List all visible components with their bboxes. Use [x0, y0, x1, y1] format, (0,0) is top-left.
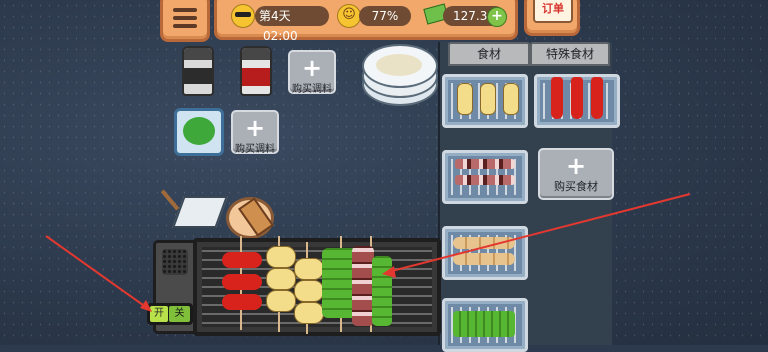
- tray-pepper[interactable]: [534, 74, 620, 128]
- add-money-button[interactable]: +: [487, 7, 507, 27]
- bun-skewers-icon: [453, 237, 515, 265]
- smiley-icon: ☺: [337, 4, 361, 28]
- day-time-pill: 第4天 02:00: [255, 6, 329, 43]
- grill-power-switch[interactable]: 开 关: [147, 303, 193, 325]
- menu-button[interactable]: [160, 0, 210, 42]
- sunglasses-icon: [231, 4, 255, 28]
- tab-ingredients-label: 食材: [476, 47, 501, 61]
- grill-vent-icon: [162, 249, 188, 275]
- seasoning-bottle-red[interactable]: [240, 46, 272, 96]
- plus-icon: +: [565, 152, 587, 180]
- skewer-meat[interactable]: [352, 236, 394, 332]
- buy-seasoning-button-1[interactable]: + 购买调料: [288, 50, 336, 95]
- buy-seasoning-label-1: 购买调料: [292, 84, 332, 95]
- buy-ingredient-button[interactable]: + 购买食材: [538, 148, 614, 200]
- tray-bun[interactable]: [442, 226, 528, 280]
- switch-on[interactable]: 开: [150, 306, 168, 322]
- tray-meat[interactable]: [442, 150, 528, 204]
- status-bar: 第4天 02:00 ☺ 77% 127.3 +: [214, 0, 518, 43]
- plate-stack[interactable]: [362, 40, 438, 106]
- tab-special-label: 特殊食材: [545, 47, 594, 61]
- satisfaction-value: 77%: [371, 9, 399, 23]
- time-label: 02:00: [263, 29, 298, 43]
- greens-skewers-icon: [453, 311, 515, 337]
- skewer-peppers[interactable]: [220, 236, 264, 330]
- buy-seasoning-button-2[interactable]: + 购买调料: [231, 110, 279, 155]
- day-label: 第4天: [259, 9, 291, 23]
- meat-skewers-icon: [455, 159, 515, 185]
- seasoning-bowl-green[interactable]: [174, 108, 224, 156]
- money-value: 127.3: [453, 9, 488, 23]
- tray-potato[interactable]: [442, 74, 528, 128]
- plus-icon: +: [244, 114, 266, 142]
- seasoning-bottle-black[interactable]: [182, 46, 214, 96]
- order-label: 订单: [533, 0, 573, 23]
- switch-off[interactable]: 关: [169, 306, 190, 322]
- order-button[interactable]: 订单: [524, 0, 580, 36]
- buy-seasoning-label-2: 购买调料: [235, 144, 275, 155]
- tab-special-ingredients[interactable]: 特殊食材: [530, 42, 610, 66]
- plus-icon: +: [301, 54, 323, 82]
- satisfaction-pill: 77%: [359, 6, 411, 26]
- pepper-skewers-icon: [551, 77, 604, 123]
- tab-ingredients[interactable]: 食材: [448, 42, 530, 66]
- tray-greens[interactable]: [442, 298, 528, 352]
- potato-skewers-icon: [457, 83, 520, 119]
- buy-ingredient-label: 购买食材: [554, 180, 598, 193]
- skewer-potatoes[interactable]: [262, 236, 326, 334]
